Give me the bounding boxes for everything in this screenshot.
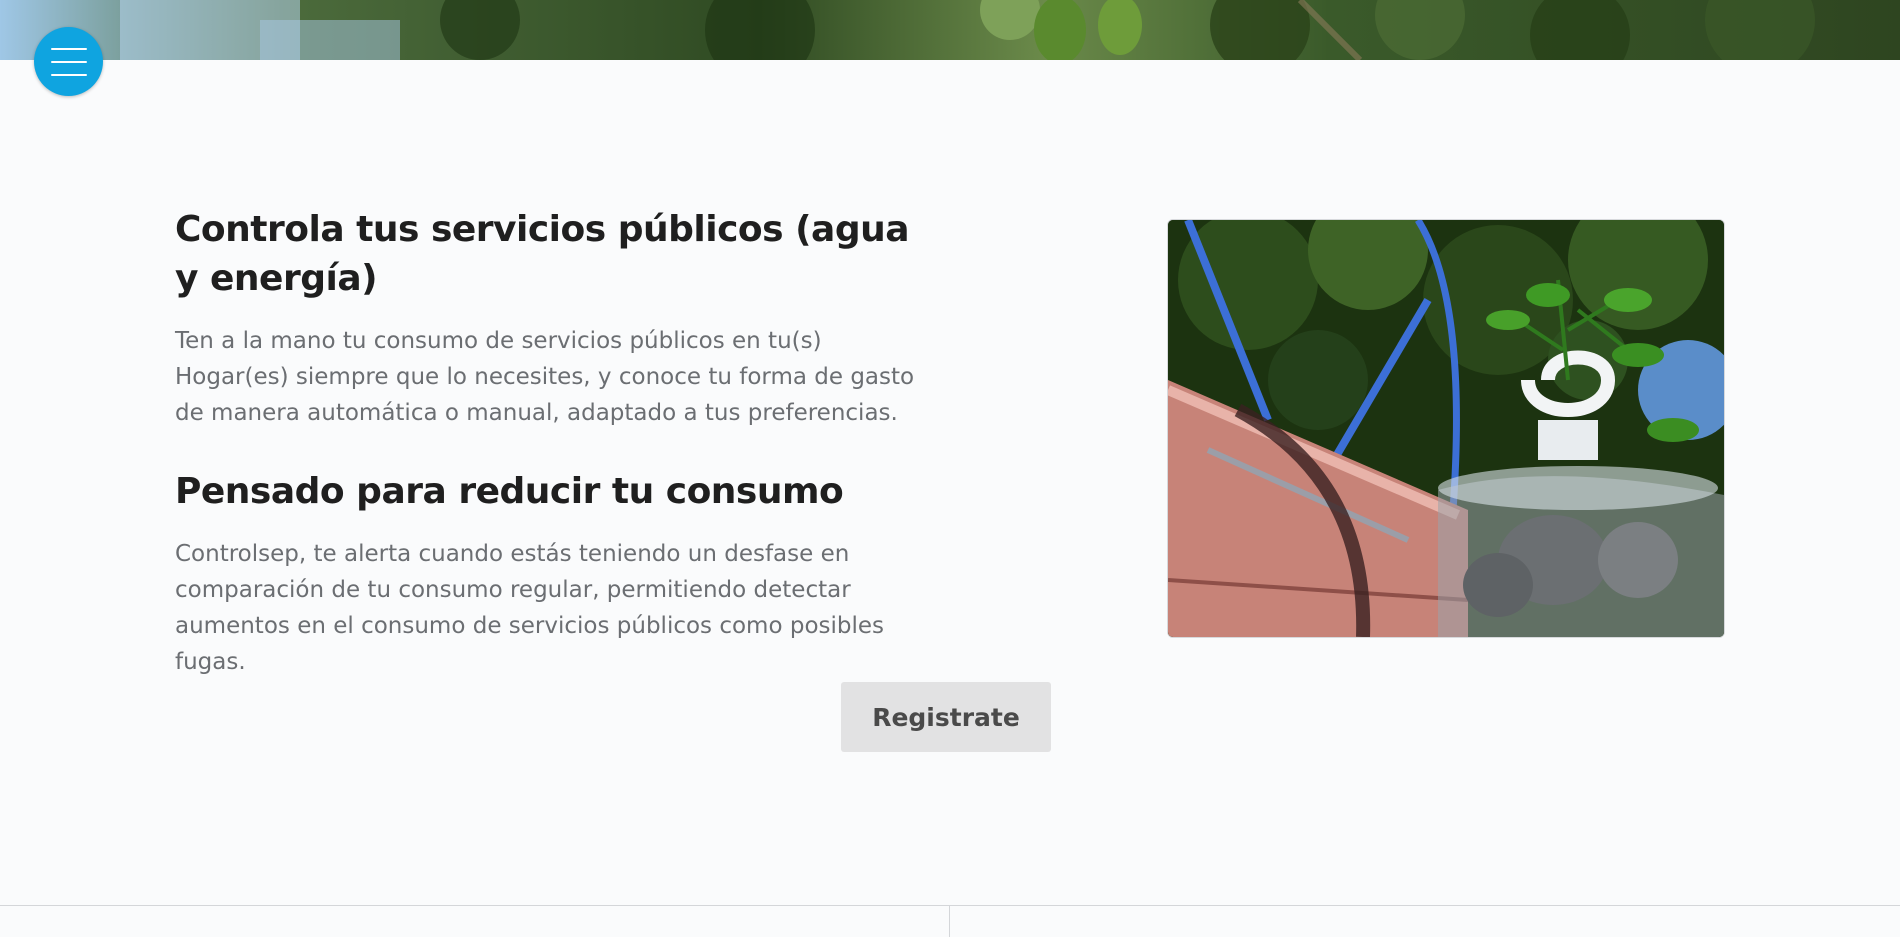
section-title-services: Controla tus servicios públicos (agua y … [175, 209, 910, 299]
hero-image-strip [0, 0, 1900, 60]
section-text-services: Ten a la mano tu consumo de servicios pú… [175, 328, 915, 426]
register-button[interactable]: Registrate [841, 682, 1051, 752]
section-text-reduce: Controlsep, te alerta cuando estás tenie… [175, 541, 885, 675]
menu-button[interactable] [34, 27, 103, 96]
section-title-reduce: Pensado para reducir tu consumo [175, 471, 844, 512]
hamburger-icon [50, 47, 87, 76]
feature-photo [1167, 219, 1725, 638]
page: Controla tus servicios públicos (agua y … [0, 0, 1900, 937]
footer-divider [0, 905, 1900, 906]
feature-content: Controla tus servicios públicos (agua y … [175, 205, 935, 680]
footer-column-divider [949, 905, 950, 937]
